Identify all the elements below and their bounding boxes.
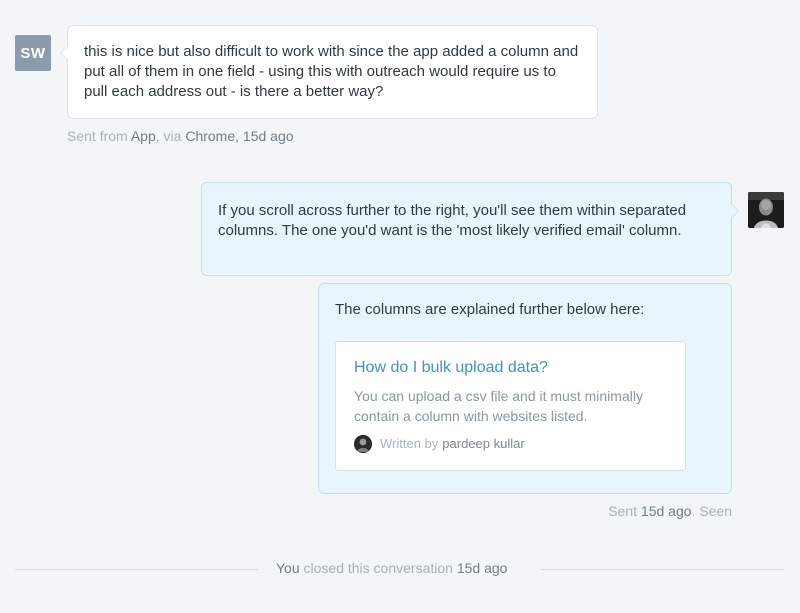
closed-actor: You (276, 560, 300, 576)
customer-avatar-initials: SW (20, 44, 46, 62)
meta-app: App (130, 128, 156, 144)
agent-message-meta: Sent 15d ago. Seen (608, 503, 732, 519)
divider-right (541, 569, 784, 570)
agent-message-text-2: The columns are explained further below … (335, 301, 645, 318)
author-avatar-icon (354, 435, 372, 453)
agent-avatar[interactable] (748, 192, 784, 228)
article-written-by: Written by (380, 436, 439, 451)
meta-sent-time: 15d ago (640, 503, 692, 519)
conversation-closed-note: You closed this conversation 15d ago (276, 560, 507, 576)
agent-photo-icon (748, 192, 784, 228)
meta-seen: . Seen (691, 503, 732, 519)
closed-action: closed this conversation (303, 560, 453, 576)
customer-message-text: this is nice but also difficult to work … (84, 43, 579, 100)
meta-via: , via (155, 128, 182, 144)
meta-sent: Sent (608, 503, 638, 519)
article-title-link[interactable]: How do I bulk upload data? (354, 358, 667, 378)
meta-time: , 15d ago (235, 128, 294, 144)
meta-sent-from: Sent from (67, 128, 128, 144)
agent-message-bubble-1: If you scroll across further to the righ… (201, 182, 739, 276)
closed-time: 15d ago (456, 560, 508, 576)
divider-left (15, 569, 258, 570)
customer-message-bubble: this is nice but also difficult to work … (60, 25, 598, 119)
article-author: Written by pardeep kullar (354, 434, 667, 454)
agent-message-text-1: If you scroll across further to the righ… (218, 202, 687, 239)
agent-message-bubble-2: The columns are explained further below … (318, 283, 732, 494)
article-card[interactable]: How do I bulk upload data? You can uploa… (335, 341, 686, 471)
article-author-name: pardeep kullar (442, 436, 525, 451)
article-description: You can upload a csv file and it must mi… (354, 388, 643, 424)
meta-browser: Chrome (185, 128, 236, 144)
customer-avatar[interactable]: SW (15, 35, 51, 71)
customer-message-meta: Sent from App, via Chrome, 15d ago (67, 128, 294, 144)
